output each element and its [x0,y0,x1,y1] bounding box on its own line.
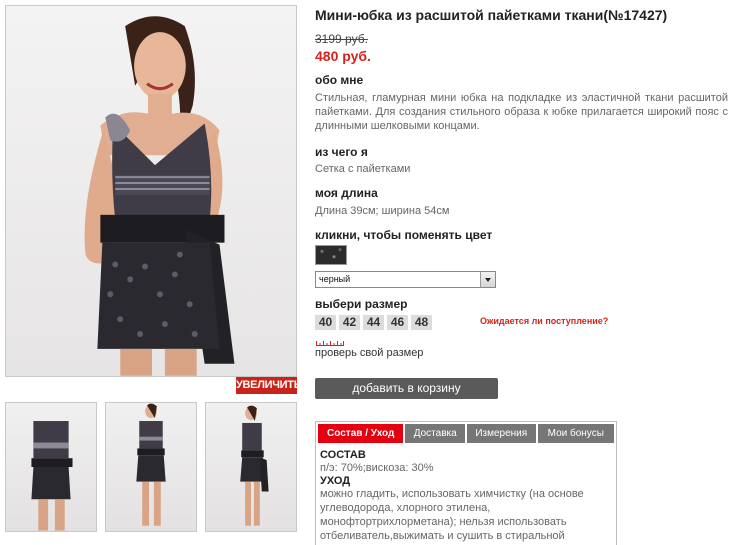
color-heading: кликни, чтобы поменять цвет [315,228,493,242]
tab-bar: Состав / Уход Доставка Измерения Мои бон… [316,422,616,443]
model-photo-graphic [84,16,235,376]
tab-composition-care[interactable]: Состав / Уход [318,424,404,443]
thumbnail-image [136,403,166,526]
size-heading: выбери размер [315,297,408,311]
composition-text: п/э: 70%;вискоза: 30% [320,462,434,474]
ruler-icon [316,341,344,346]
material-heading: из чего я [315,145,368,159]
thumbnail-side[interactable] [205,402,297,532]
about-heading: обо мне [315,73,364,87]
thumbnail-image [31,421,73,531]
chevron-down-icon[interactable] [480,272,495,287]
size-option-42[interactable]: 42 [339,315,360,330]
size-option-40[interactable]: 40 [315,315,336,330]
size-option-44[interactable]: 44 [363,315,384,330]
about-text: Стильная, гламурная мини юбка на подклад… [315,92,728,132]
tab-bonuses[interactable]: Мои бонусы [537,424,614,443]
tab-delivery[interactable]: Доставка [405,424,465,443]
main-product-photo[interactable] [5,5,297,377]
old-price: 3199 руб. [315,32,368,46]
size-option-46[interactable]: 46 [387,315,408,330]
check-size-link[interactable]: проверь свой размер [315,347,423,359]
length-text: Длина 39см; ширина 54см [315,205,450,217]
zoom-button[interactable]: УВЕЛИЧИТЬ [236,377,302,394]
tab-measurements[interactable]: Измерения [467,424,536,443]
thumbnail-front[interactable] [5,402,97,532]
color-select[interactable]: черный [315,271,496,288]
color-select-value: черный [319,274,351,284]
length-heading: моя длина [315,186,378,200]
product-details-tabs: Состав / Уход Доставка Измерения Мои бон… [315,421,617,545]
care-heading: УХОД [320,475,351,487]
color-swatch-black[interactable] [315,245,347,265]
care-text: можно гладить, использовать химчистку (н… [320,488,584,542]
thumbnail-full[interactable] [105,402,197,532]
size-options: 40 42 44 46 48 [315,315,432,330]
material-text: Сетка с пайетками [315,163,411,175]
expect-restock-link[interactable]: Ожидается ли поступление? [480,316,608,326]
new-price: 480 руб. [315,48,371,64]
size-option-48[interactable]: 48 [411,315,432,330]
composition-heading: СОСТАВ [320,449,366,461]
thumbnail-image [240,405,269,526]
tab-content: СОСТАВ п/э: 70%;вискоза: 30% УХОД можно … [316,443,616,543]
add-to-cart-button[interactable]: добавить в корзину [315,378,498,399]
product-title: Мини-юбка из расшитой пайетками ткани(№1… [315,7,668,23]
